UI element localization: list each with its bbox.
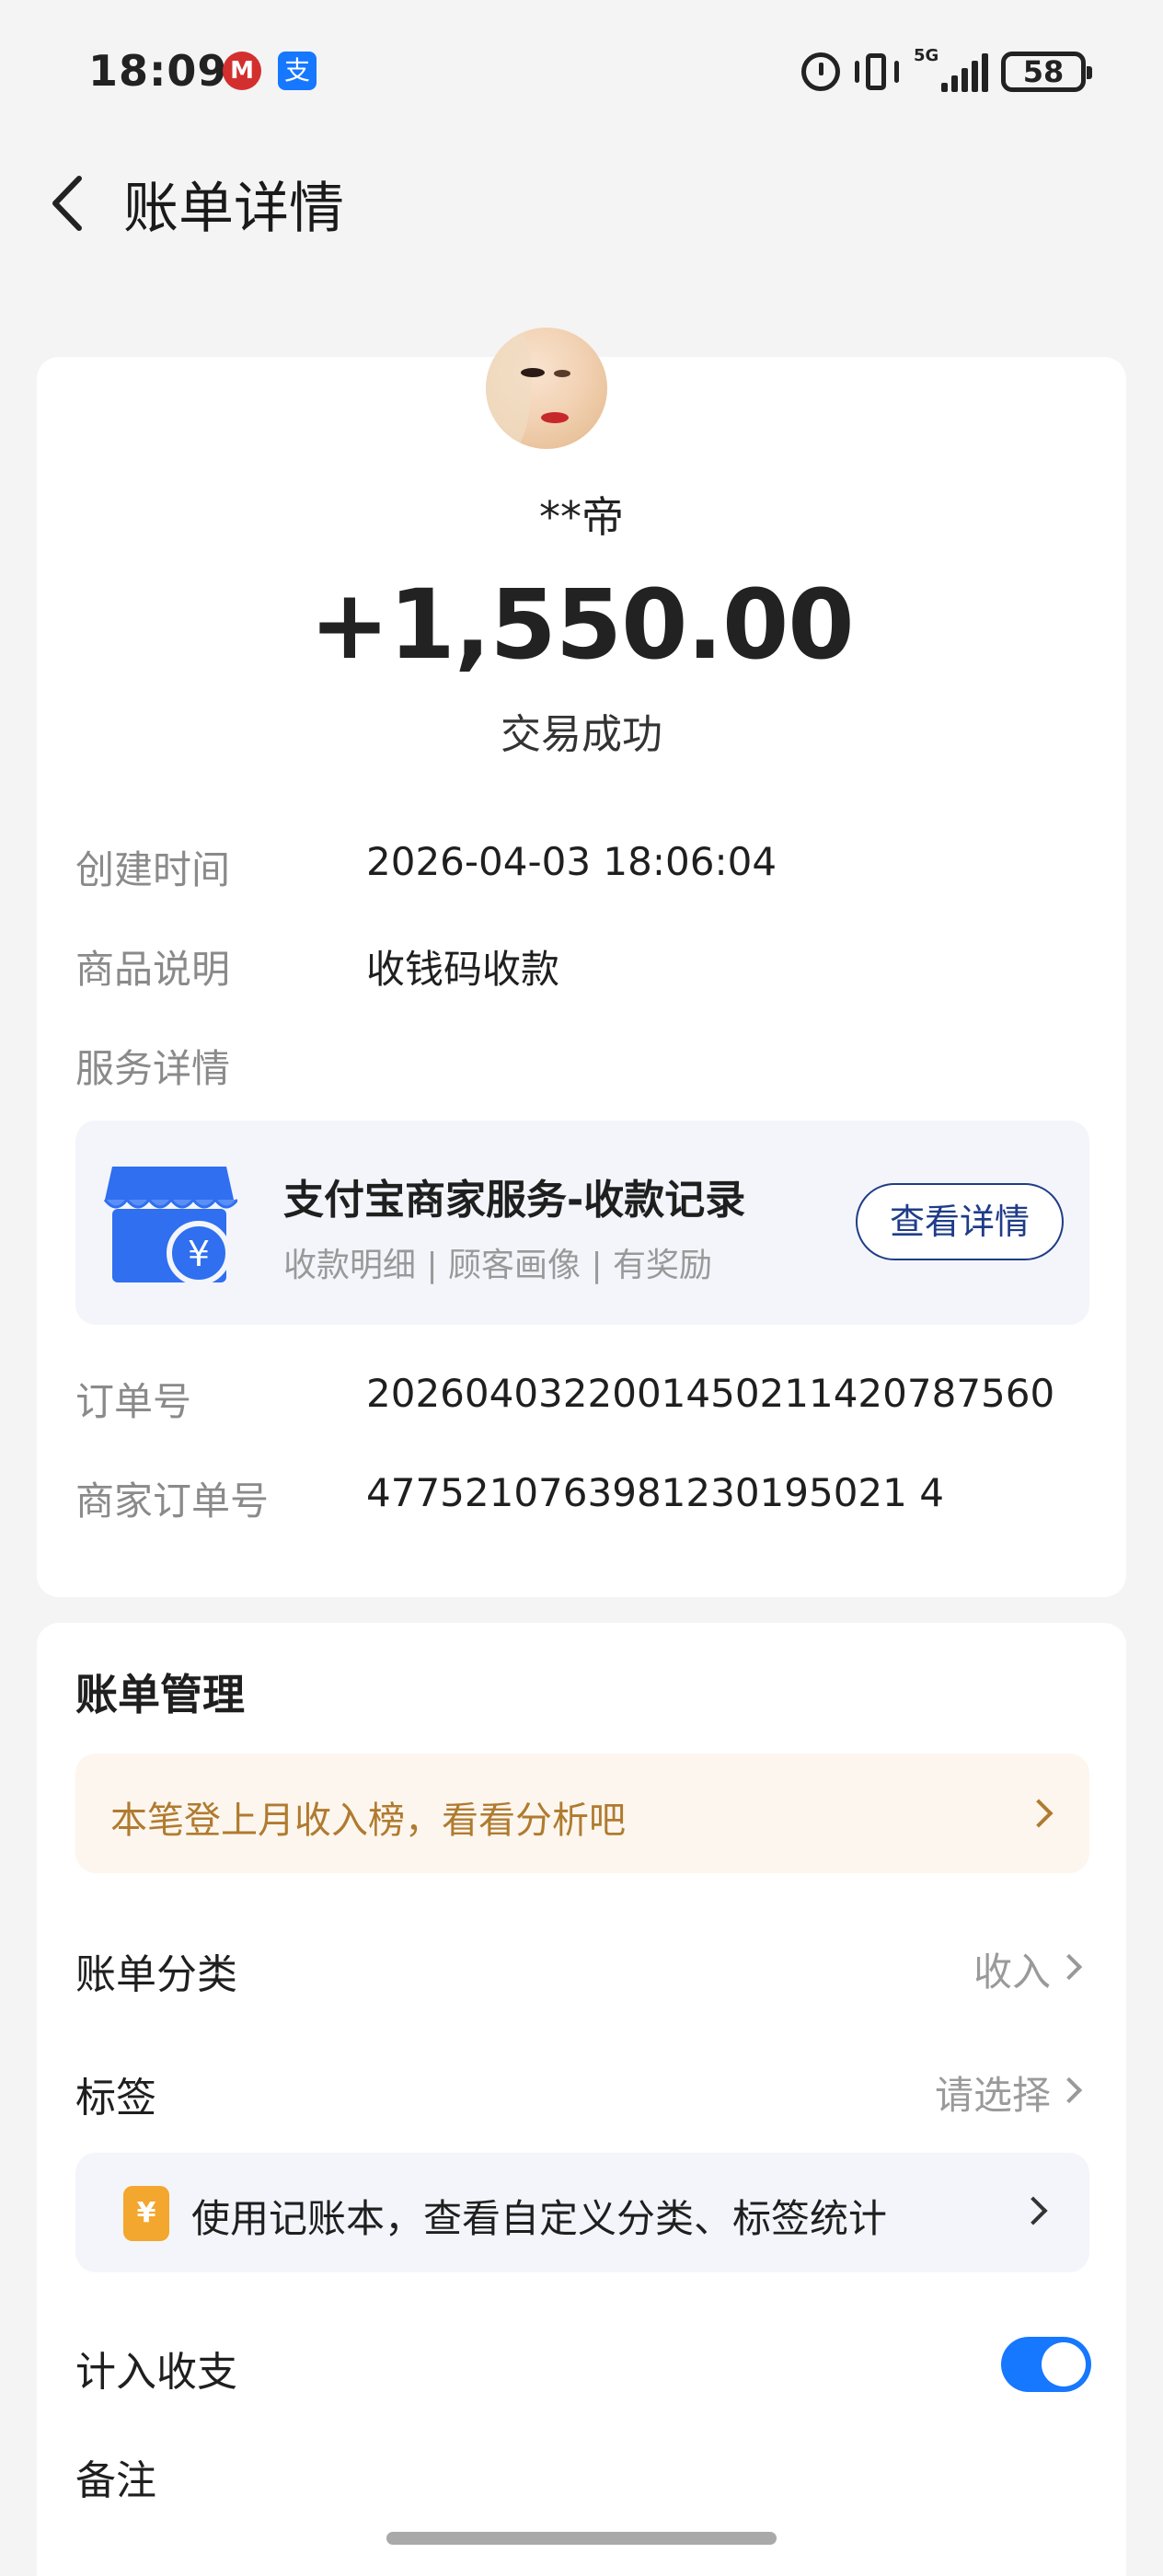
order-number-label: 订单号 <box>75 1379 192 1424</box>
status-icons: 5G 58 <box>801 46 1092 98</box>
chevron-right-icon <box>1024 1799 1054 1828</box>
order-number-value[interactable]: 2026040322001450211420787560 <box>366 1371 1054 1416</box>
merchant-order-value[interactable]: 4775210763981230195021 4 <box>366 1470 944 1515</box>
ledger-text: 使用记账本，查看自定义分类、标签统计 <box>191 2196 888 2241</box>
battery-level: 58 <box>1022 54 1065 89</box>
chevron-right-icon <box>1019 2196 1048 2225</box>
battery-icon: 58 <box>1001 52 1092 92</box>
avatar[interactable] <box>486 328 607 449</box>
ledger-book-banner[interactable]: ¥ 使用记账本，查看自定义分类、标签统计 <box>75 2153 1089 2272</box>
currency-symbol: ¥ <box>188 1234 210 1274</box>
service-subtitle: 收款明细 | 顾客画像 | 有奖励 <box>283 1247 713 1284</box>
ledger-icon: ¥ <box>123 2186 169 2241</box>
income-rank-banner[interactable]: 本笔登上月收入榜，看看分析吧 <box>75 1754 1089 1873</box>
page-title: 账单详情 <box>123 177 344 241</box>
signal-icon: 5G <box>914 46 988 92</box>
promo-text: 本笔登上月收入榜，看看分析吧 <box>110 1800 626 1842</box>
tag-label: 标签 <box>75 2075 156 2122</box>
status-bar: 18:09 M 支 5G 58 <box>0 0 1163 147</box>
payer-name: **帝 <box>539 492 624 542</box>
merchant-service-card[interactable]: ¥ 支付宝商家服务-收款记录 收款明细 | 顾客画像 | 有奖励 查看详情 <box>75 1121 1089 1325</box>
chevron-left-icon[interactable] <box>42 171 98 236</box>
shop-icon: ¥ <box>103 1167 237 1285</box>
bill-management-title: 账单管理 <box>75 1670 245 1719</box>
view-detail-button[interactable]: 查看详情 <box>856 1183 1064 1260</box>
created-time-label: 创建时间 <box>75 847 231 892</box>
tag-value[interactable]: 请选择 <box>935 2064 1051 2121</box>
goods-desc-value: 收钱码收款 <box>366 947 560 992</box>
remark-label: 备注 <box>75 2457 156 2504</box>
include-in-stats-label: 计入收支 <box>75 2349 237 2396</box>
alipay-icon: 支 <box>278 52 317 90</box>
created-time-value: 2026-04-03 18:06:04 <box>366 839 777 884</box>
vibrate-icon <box>853 52 901 92</box>
include-in-stats-toggle[interactable] <box>1001 2337 1091 2392</box>
alarm-icon <box>801 52 840 91</box>
merchant-order-label: 商家订单号 <box>75 1478 270 1524</box>
service-detail-label: 服务详情 <box>75 1046 231 1091</box>
bill-category-label: 账单分类 <box>75 1951 237 1998</box>
transaction-status: 交易成功 <box>501 711 662 758</box>
network-type: 5G <box>914 46 939 65</box>
goods-desc-label: 商品说明 <box>75 947 231 992</box>
home-indicator[interactable] <box>386 2532 777 2545</box>
status-time: 18:09 <box>88 46 228 96</box>
bill-detail-page: 18:09 M 支 5G 58 账单详情 **帝 +1,550.00 交易成功 … <box>0 0 1163 2576</box>
bill-category-value[interactable]: 收入 <box>973 1941 1051 1997</box>
transaction-amount: +1,550.00 <box>309 569 854 681</box>
metro-logo-icon: M <box>223 52 261 90</box>
service-title: 支付宝商家服务-收款记录 <box>283 1177 746 1224</box>
